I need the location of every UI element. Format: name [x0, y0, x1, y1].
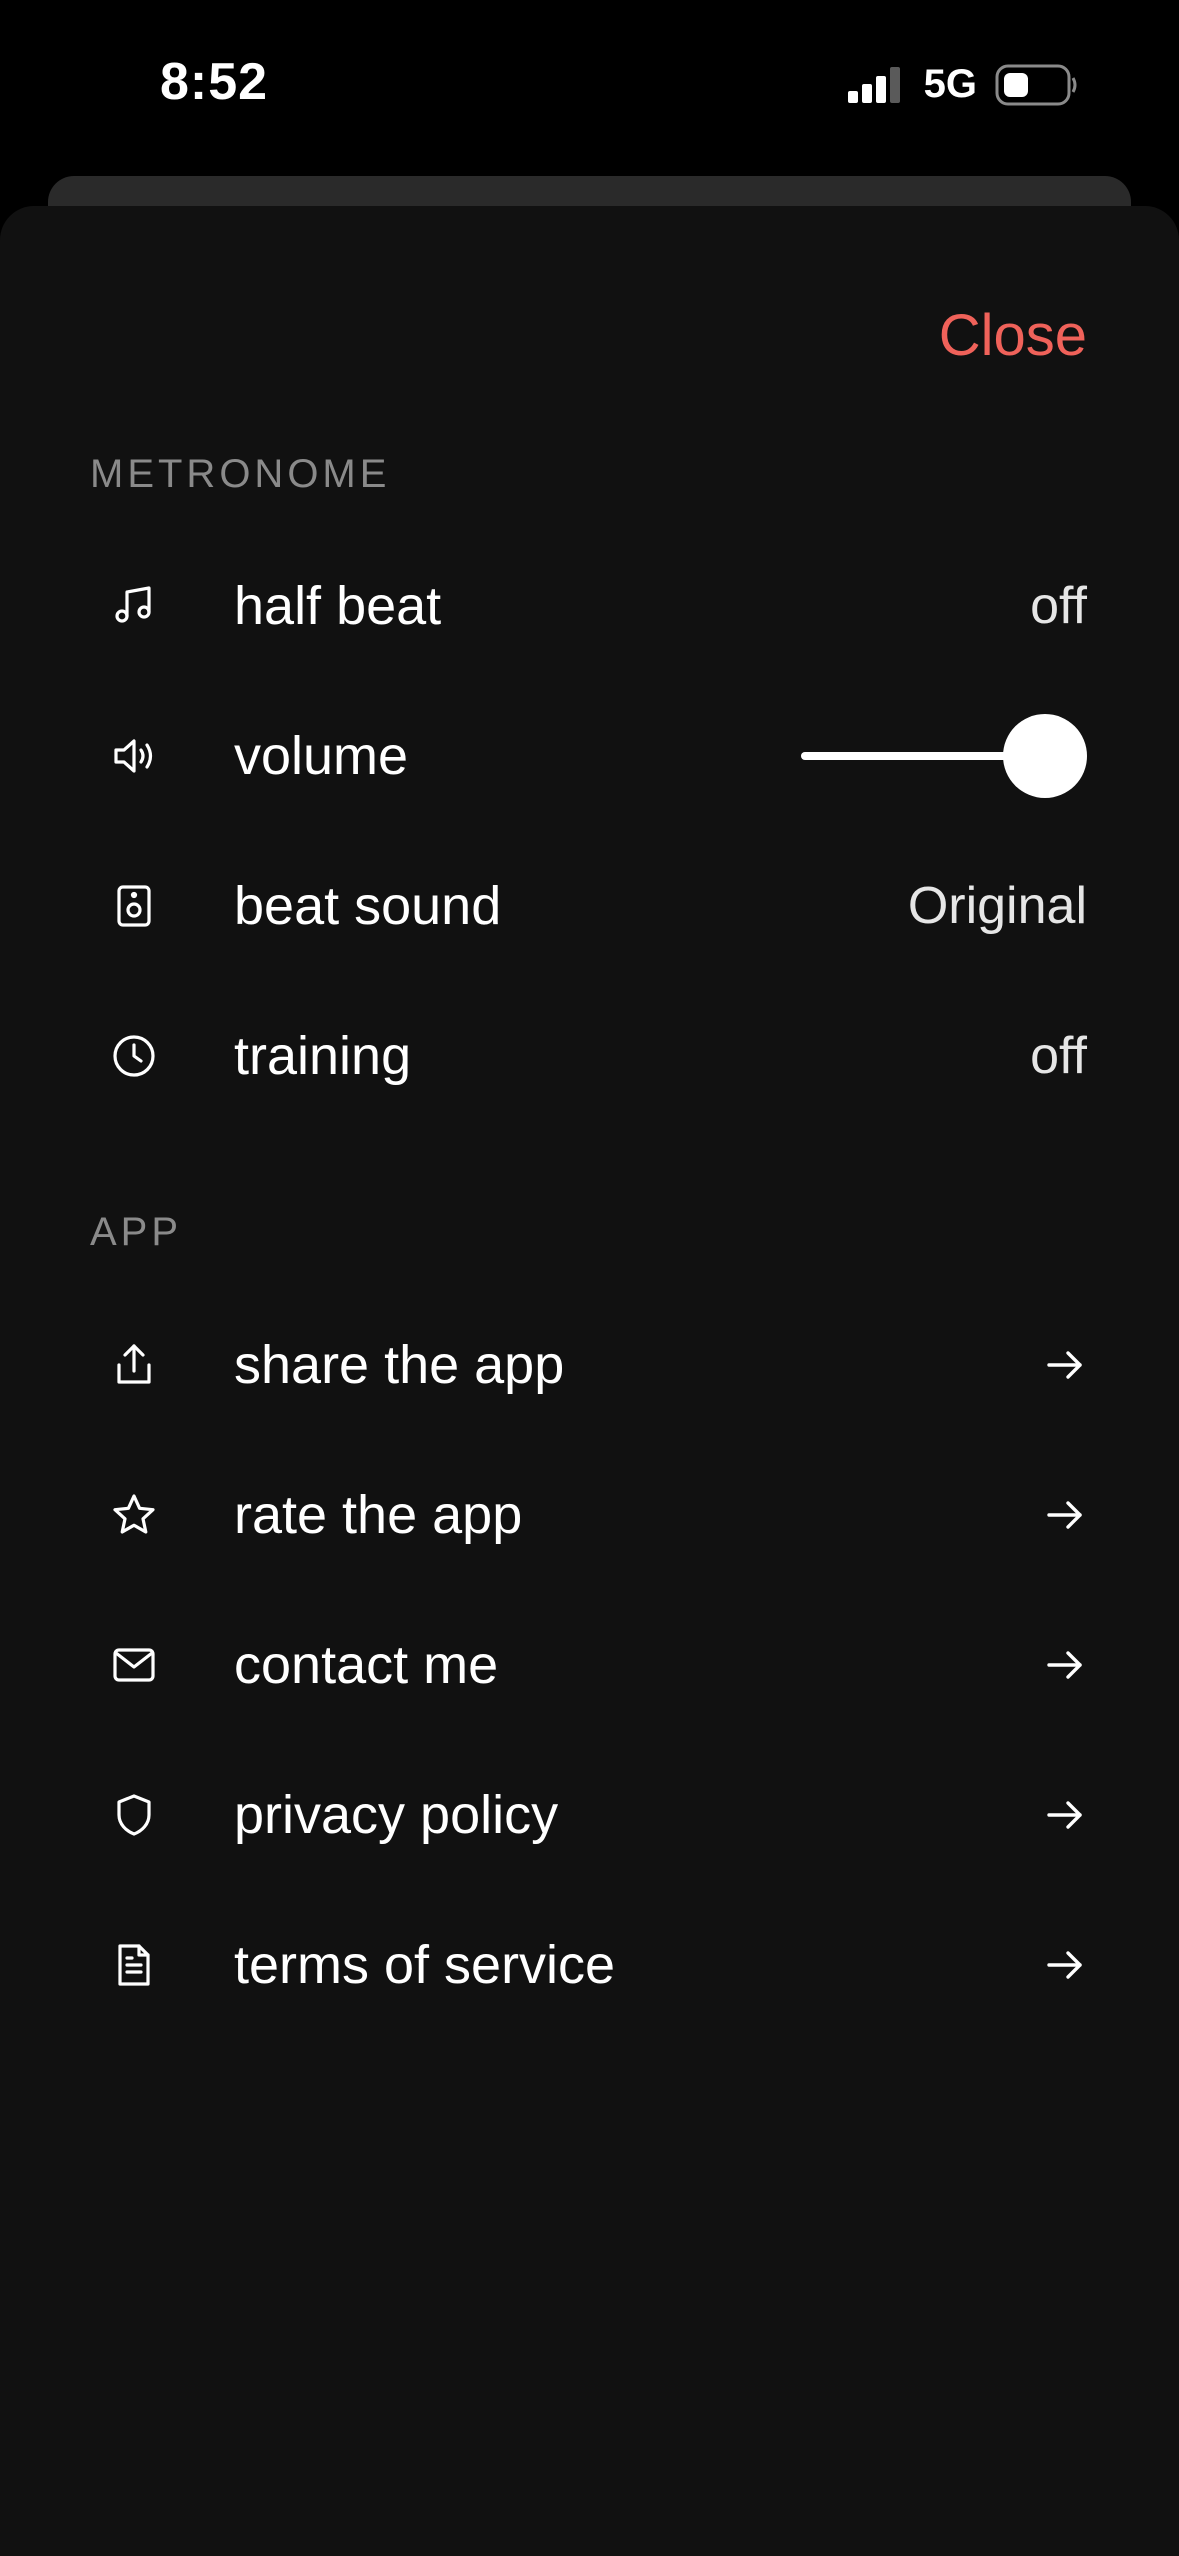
app-row-label: contact me	[234, 1635, 499, 1695]
battery-icon	[995, 64, 1077, 105]
app-row-contact[interactable]: contact me	[0, 1590, 1179, 1740]
document-icon	[110, 1941, 158, 1989]
setting-row-training[interactable]: training off	[0, 981, 1179, 1131]
app-row-label: share the app	[234, 1335, 565, 1395]
setting-value: off	[1030, 1027, 1087, 1085]
app-row-label: privacy policy	[234, 1785, 559, 1845]
arrow-right-icon	[1043, 1943, 1087, 1987]
speaker-icon	[110, 732, 158, 780]
setting-value: off	[1030, 577, 1087, 635]
section-header-metronome: METRONOME	[90, 452, 391, 496]
device-speaker-icon	[110, 882, 158, 930]
setting-label: half beat	[234, 576, 442, 636]
volume-slider[interactable]	[801, 714, 1087, 798]
setting-value: Original	[907, 877, 1087, 935]
slider-thumb[interactable]	[1003, 714, 1087, 798]
status-bar: 8:52 5G	[0, 0, 1179, 170]
music-note-icon	[110, 582, 158, 630]
setting-row-half-beat[interactable]: half beat off	[0, 531, 1179, 681]
setting-label: volume	[234, 726, 409, 786]
app-row-privacy[interactable]: privacy policy	[0, 1740, 1179, 1890]
settings-screen: 8:52 5G Close METRONOME half beat off vo…	[0, 0, 1179, 2556]
setting-row-volume: volume	[0, 681, 1179, 831]
star-icon	[110, 1491, 158, 1539]
mail-icon	[110, 1641, 158, 1689]
arrow-right-icon	[1043, 1793, 1087, 1837]
signal-icon	[847, 66, 900, 103]
status-indicators: 5G	[846, 62, 1079, 107]
clock-icon	[110, 1032, 158, 1080]
setting-label: beat sound	[234, 876, 502, 936]
arrow-right-icon	[1043, 1643, 1087, 1687]
network-label: 5G	[923, 62, 977, 106]
app-row-share[interactable]: share the app	[0, 1290, 1179, 1440]
setting-row-beat-sound[interactable]: beat sound Original	[0, 831, 1179, 981]
shield-icon	[110, 1791, 158, 1839]
app-row-label: rate the app	[234, 1485, 523, 1545]
app-row-terms[interactable]: terms of service	[0, 1890, 1179, 2040]
arrow-right-icon	[1043, 1493, 1087, 1537]
setting-label: training	[234, 1026, 412, 1086]
status-time: 8:52	[160, 53, 269, 111]
app-row-rate[interactable]: rate the app	[0, 1440, 1179, 1590]
app-row-label: terms of service	[234, 1935, 616, 1995]
share-icon	[110, 1341, 158, 1389]
settings-sheet: Close METRONOME half beat off volume bea…	[0, 206, 1179, 2556]
arrow-right-icon	[1043, 1343, 1087, 1387]
section-header-app: APP	[90, 1210, 183, 1254]
close-button[interactable]: Close	[939, 302, 1087, 369]
